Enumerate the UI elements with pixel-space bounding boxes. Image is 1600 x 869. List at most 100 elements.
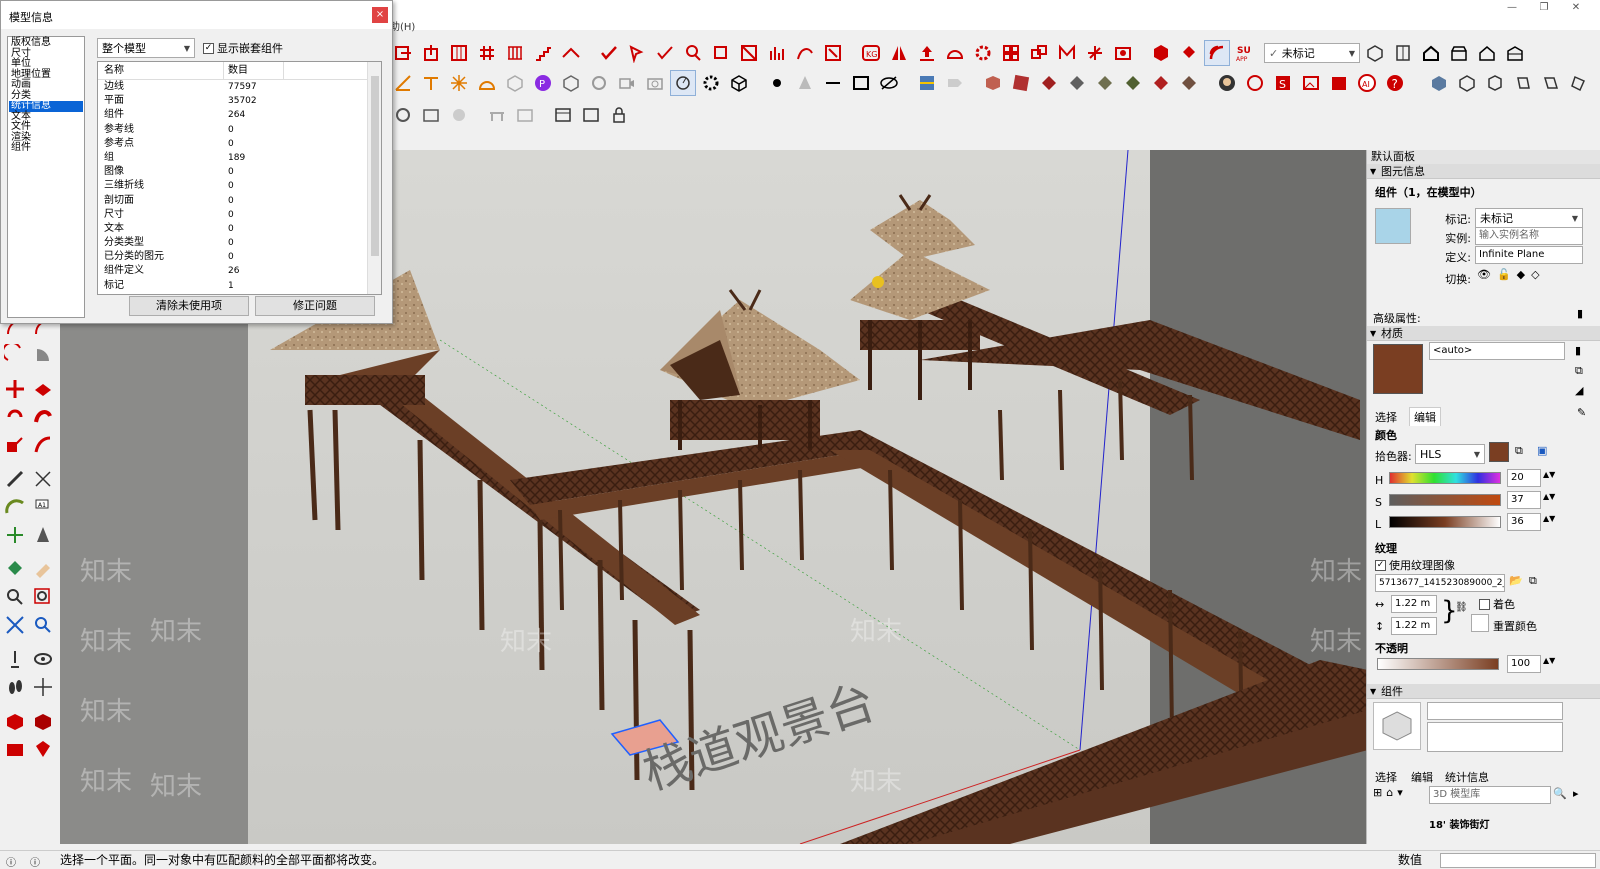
- material-e-icon[interactable]: [1092, 70, 1118, 96]
- show-nested-checkbox[interactable]: ✓ 显示嵌套组件: [203, 40, 283, 56]
- texture-width-input[interactable]: 1.22 m: [1391, 595, 1437, 613]
- material-d-icon[interactable]: [1064, 70, 1090, 96]
- dialog-close-icon[interactable]: ×: [372, 7, 388, 23]
- check-icon[interactable]: [596, 40, 622, 66]
- view-options-icon[interactable]: ⊞: [1373, 786, 1382, 799]
- table-row[interactable]: 边线 77597: [98, 80, 381, 94]
- protractor-icon[interactable]: [390, 70, 416, 96]
- position-camera-icon[interactable]: [2, 646, 28, 672]
- table-row[interactable]: 组 189: [98, 151, 381, 165]
- material-name-input[interactable]: <auto>: [1429, 342, 1565, 360]
- view-front-icon[interactable]: [1482, 70, 1508, 96]
- previous-view-icon[interactable]: [30, 612, 56, 638]
- tee-icon[interactable]: [418, 70, 444, 96]
- advanced-expand-icon[interactable]: ▮: [1577, 307, 1583, 320]
- category-list[interactable]: 版权信息 尺寸 单位 地理位置 动画 分类 统计信息 文本 文件 渲染 组件: [7, 36, 85, 318]
- warehouse-upload-icon[interactable]: [2, 736, 28, 762]
- follow-me-icon[interactable]: [30, 404, 56, 430]
- burst-icon[interactable]: [446, 70, 472, 96]
- close-window-icon[interactable]: ✕: [1562, 2, 1590, 16]
- table-row[interactable]: 标记 1: [98, 279, 381, 293]
- component-icon[interactable]: [1362, 40, 1388, 66]
- line-icon[interactable]: [820, 70, 846, 96]
- category-item[interactable]: 动画: [9, 79, 83, 91]
- view-top-icon[interactable]: [1454, 70, 1480, 96]
- texture-file-input[interactable]: 5713677_141523089000_2_DI: [1375, 574, 1505, 592]
- paint-icon[interactable]: [2, 556, 28, 582]
- category-item[interactable]: 文件: [9, 121, 83, 133]
- section-c-icon[interactable]: [446, 102, 472, 128]
- l-spinner-icon[interactable]: ▲▼: [1543, 514, 1555, 523]
- s-plugin-icon[interactable]: S: [1270, 70, 1296, 96]
- credits-icon[interactable]: ⓘ: [30, 854, 40, 869]
- entity-info-section-header[interactable]: 图元信息: [1367, 164, 1600, 179]
- tag-combo[interactable]: ✓ 未标记 ▼: [1264, 43, 1360, 63]
- materials-section-header[interactable]: 材质: [1367, 326, 1600, 341]
- picture-icon[interactable]: [1298, 70, 1324, 96]
- restore-icon[interactable]: ❐: [1530, 2, 1558, 16]
- orbit-icon[interactable]: [670, 70, 696, 96]
- check-pointer-icon[interactable]: [652, 40, 678, 66]
- search-icon[interactable]: 🔍: [1553, 787, 1567, 800]
- tiles-icon[interactable]: [998, 40, 1024, 66]
- su-app-icon[interactable]: SU APP: [1232, 40, 1258, 66]
- zoom-window-icon[interactable]: [30, 584, 56, 610]
- s-spinner-icon[interactable]: ▲▼: [1543, 492, 1555, 501]
- lightness-slider[interactable]: [1389, 516, 1501, 528]
- section-plane-icon[interactable]: [2, 708, 28, 734]
- paint-bucket-red-icon[interactable]: [1176, 40, 1202, 66]
- stairs-icon[interactable]: [530, 40, 556, 66]
- disc-icon[interactable]: [586, 70, 612, 96]
- create-material-icon[interactable]: ⧉: [1575, 364, 1583, 378]
- edit-texture-icon[interactable]: ⧉: [1529, 574, 1537, 588]
- browse-folder-icon[interactable]: 📂: [1509, 574, 1523, 587]
- frame-b-icon[interactable]: [578, 102, 604, 128]
- protractor-tool-icon[interactable]: [2, 494, 28, 520]
- push-pull-up-icon[interactable]: [418, 40, 444, 66]
- table-row[interactable]: 参考点 0: [98, 137, 381, 151]
- kg-icon[interactable]: KG: [858, 40, 884, 66]
- details-arrow-icon[interactable]: ▸: [1573, 787, 1579, 800]
- table-row[interactable]: 三维折线 0: [98, 179, 381, 193]
- tag-icon[interactable]: [942, 70, 968, 96]
- move-icon[interactable]: [2, 376, 28, 402]
- definition-input[interactable]: Infinite Plane: [1475, 246, 1583, 264]
- frame-icon[interactable]: [550, 102, 576, 128]
- rotate-icon[interactable]: [2, 404, 28, 430]
- components-tab-select[interactable]: 选择: [1375, 769, 1397, 785]
- component-description-field[interactable]: [1427, 722, 1563, 752]
- view-right-icon[interactable]: [1510, 70, 1536, 96]
- table-row[interactable]: 平面 35702: [98, 94, 381, 108]
- help-icon[interactable]: ?: [1382, 70, 1408, 96]
- pointer-icon[interactable]: [624, 40, 650, 66]
- table-row[interactable]: 分类类型 0: [98, 236, 381, 250]
- reset-color-swatch[interactable]: [1471, 614, 1489, 632]
- link-icon[interactable]: [1026, 40, 1052, 66]
- colorize-checkbox[interactable]: 着色: [1479, 596, 1515, 612]
- saturation-slider[interactable]: [1389, 494, 1501, 506]
- home-nav-icon[interactable]: ⌂: [1386, 786, 1393, 799]
- scale-icon[interactable]: [2, 432, 28, 458]
- avatar-icon[interactable]: [1214, 70, 1240, 96]
- lock-toggle-icon[interactable]: 🔓: [1497, 268, 1511, 281]
- ruby-icon[interactable]: [30, 736, 56, 762]
- cross-box-icon[interactable]: [736, 40, 762, 66]
- wire-cube-icon[interactable]: [726, 70, 752, 96]
- view-iso-icon[interactable]: [1426, 70, 1452, 96]
- table-a-icon[interactable]: [484, 102, 510, 128]
- look-around-icon[interactable]: [30, 646, 56, 672]
- camera-red-icon[interactable]: [1110, 40, 1136, 66]
- material-a-icon[interactable]: [980, 70, 1006, 96]
- section-a-icon[interactable]: [390, 102, 416, 128]
- roof-icon[interactable]: [558, 40, 584, 66]
- opacity-value-input[interactable]: 100: [1507, 655, 1541, 673]
- book-red-icon[interactable]: [1326, 70, 1352, 96]
- column-header-name[interactable]: 名称: [98, 62, 224, 79]
- eyedropper-icon[interactable]: ✎: [1577, 406, 1586, 419]
- search-tool-icon[interactable]: [680, 40, 706, 66]
- dot-icon[interactable]: [764, 70, 790, 96]
- rect-icon[interactable]: [848, 70, 874, 96]
- 3d-text-icon[interactable]: [30, 522, 56, 548]
- reset-color-label[interactable]: 重置颜色: [1493, 618, 1537, 634]
- component-list-item[interactable]: 18' 装饰街灯: [1429, 816, 1489, 831]
